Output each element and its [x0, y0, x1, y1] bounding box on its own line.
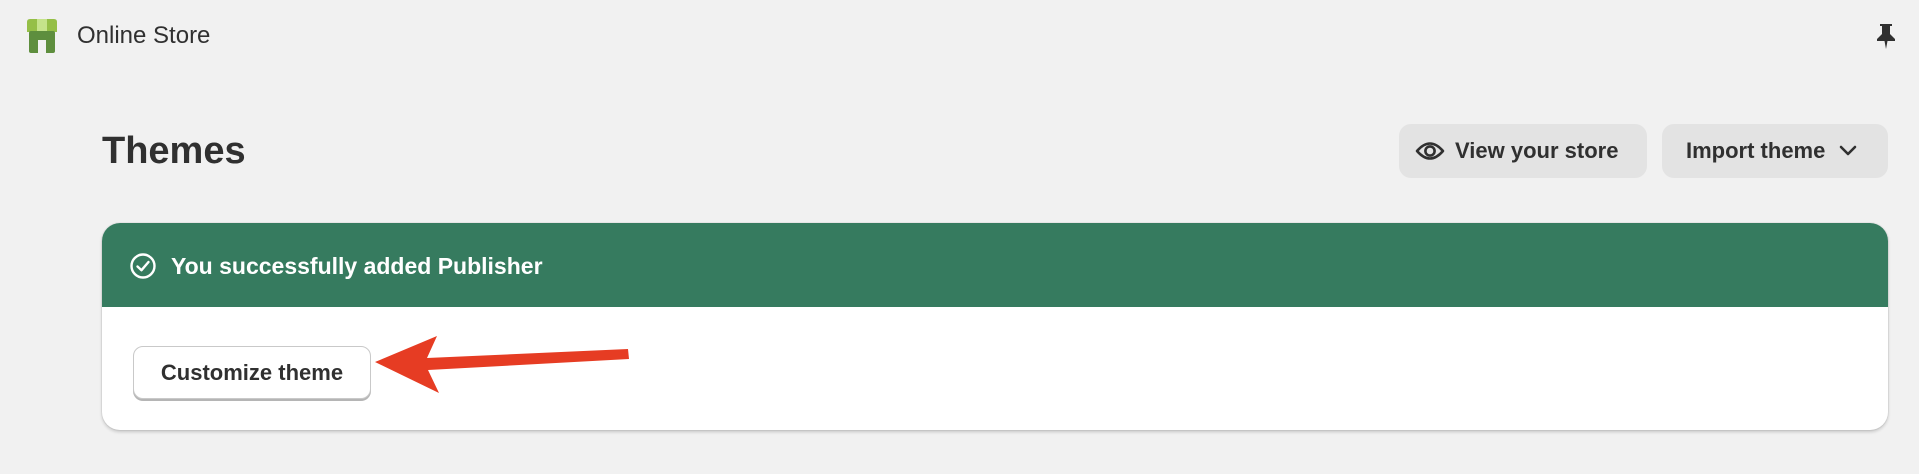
- online-store-icon: [27, 19, 57, 53]
- top-bar: Online Store: [0, 0, 1919, 72]
- view-your-store-label: View your store: [1455, 138, 1619, 163]
- view-your-store-button[interactable]: View your store: [1399, 124, 1647, 178]
- page-title: Themes: [102, 130, 246, 172]
- banner-header: You successfully added Publisher: [102, 223, 1888, 307]
- annotation-arrow: [375, 336, 629, 393]
- customize-theme-button[interactable]: Customize theme: [133, 346, 371, 399]
- eye-icon: [1415, 142, 1445, 160]
- success-banner: You successfully added Publisher Customi…: [102, 223, 1888, 430]
- chevron-down-icon: [1840, 145, 1857, 156]
- check-circle-icon: [130, 253, 156, 279]
- import-theme-button[interactable]: Import theme: [1662, 124, 1888, 178]
- import-theme-label: Import theme: [1686, 138, 1826, 163]
- app-title: Online Store: [77, 22, 211, 49]
- banner-message: You successfully added Publisher: [171, 253, 543, 279]
- pin-icon[interactable]: [1874, 22, 1898, 50]
